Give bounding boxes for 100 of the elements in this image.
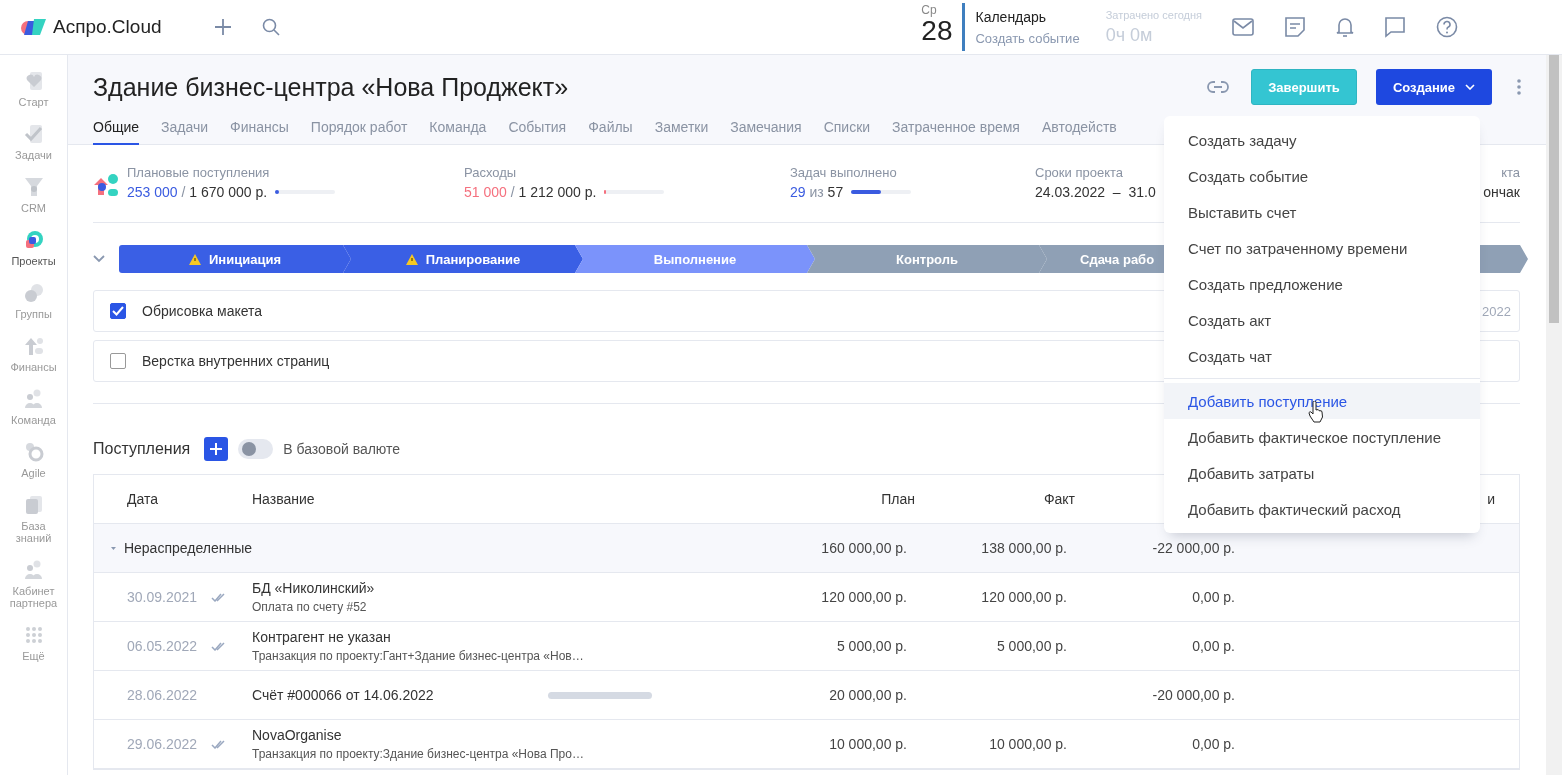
- sidebar-item[interactable]: Команда: [3, 387, 64, 426]
- help-icon[interactable]: [1436, 16, 1458, 38]
- stat-value: 29 из 57: [790, 184, 844, 200]
- sidebar-item[interactable]: Agile: [3, 440, 64, 479]
- time-spent-value: 0ч 0м: [1105, 24, 1154, 46]
- sidebar-item[interactable]: CRM: [3, 175, 64, 214]
- tab[interactable]: Финансы: [230, 119, 289, 145]
- tab[interactable]: События: [508, 119, 567, 145]
- menu-item[interactable]: Создать акт: [1164, 302, 1480, 338]
- sidebar-item[interactable]: База знаний: [3, 493, 64, 544]
- create-button[interactable]: Создание: [1376, 69, 1492, 105]
- menu-item[interactable]: Счет по затраченному времени: [1164, 230, 1480, 266]
- table-cell: 120 000,00 р.: [981, 589, 1067, 605]
- tab[interactable]: Списки: [823, 119, 871, 145]
- sidebar-item[interactable]: Группы: [3, 281, 64, 320]
- table-cell-text: Счёт #000066 от 14.06.2022: [252, 687, 435, 703]
- caret-icon: [1465, 84, 1476, 90]
- tab[interactable]: Замечания: [730, 119, 802, 145]
- table-row[interactable]: 28.06.2022 Счёт #000066 от 14.06.2022 20 000,00 р. -20 000,00 р.: [94, 671, 1519, 720]
- sidebar-item[interactable]: Финансы: [3, 334, 64, 373]
- brand-name[interactable]: Аспро.Cloud: [53, 16, 162, 38]
- group-name: Нераспределенные: [123, 540, 252, 556]
- create-event-link[interactable]: Создать событие: [975, 30, 1080, 46]
- table-cell-text: Транзакция по проекту:Здание бизнес-центра «Нова Про…: [252, 747, 585, 761]
- finish-button[interactable]: Завершить: [1251, 69, 1357, 105]
- sidebar-item[interactable]: Кабинет партнера: [3, 558, 64, 609]
- note-icon[interactable]: [1284, 16, 1306, 38]
- plus-icon[interactable]: [213, 18, 232, 36]
- table-row[interactable]: 29.06.2022 NovaOrganise Транзакция по проекту:Здание бизнес-центра «Нова Про… 10 000,00 р. 10 000,00 р. 0,00 р.: [94, 720, 1519, 769]
- menu-item[interactable]: Добавить фактический расход: [1164, 491, 1480, 527]
- day-number: 28: [921, 17, 953, 45]
- table-cell: 30.09.2021: [127, 589, 198, 605]
- sidebar-item[interactable]: Проекты: [3, 228, 64, 267]
- toggle-switch[interactable]: [238, 439, 274, 459]
- table-cell-text: Контрагент не указан: [252, 629, 392, 645]
- add-button[interactable]: [204, 437, 229, 461]
- collapse-icon[interactable]: [93, 255, 105, 263]
- table-row[interactable]: 06.05.2022 Контрагент не указан Транзакция по проекту:Гант+Здание бизнес-центра «Нов… 5 000,00 р. 5 000,00 р. 0,00 р.: [94, 622, 1519, 671]
- task-date: 2022: [1482, 303, 1511, 319]
- table-cell: 0,00 р.: [1192, 589, 1235, 605]
- search-icon[interactable]: [261, 18, 280, 36]
- stage-step[interactable]: Инициация: [119, 245, 351, 273]
- stage-step[interactable]: Планирование: [343, 245, 583, 273]
- table-cell-text: NovaOrganise: [252, 727, 343, 743]
- table-cell: 138 000,00 р.: [981, 540, 1067, 556]
- column-header: План: [881, 491, 915, 507]
- menu-item[interactable]: Добавить фактическое поступление: [1164, 419, 1480, 455]
- menu-item[interactable]: Создать чат: [1164, 338, 1480, 374]
- chat-icon[interactable]: [1384, 16, 1406, 38]
- tab[interactable]: Общие: [93, 119, 140, 145]
- table-cell: -22 000,00 р.: [1152, 540, 1235, 556]
- table-cell: 5 000,00 р.: [836, 638, 907, 654]
- tab[interactable]: Заметки: [654, 119, 709, 145]
- stat-label: кта: [1501, 165, 1520, 180]
- toggle-label: В базовой валюте: [283, 441, 401, 457]
- sidebar-item[interactable]: Задачи: [3, 122, 64, 161]
- menu-item[interactable]: Добавить затраты: [1164, 455, 1480, 491]
- sidebar-item[interactable]: Ещё: [3, 623, 64, 662]
- table-row[interactable]: 30.09.2021 БД «Николинский» Оплата по счету #52 120 000,00 р. 120 000,00 р. 0,00 р.: [94, 573, 1519, 622]
- tab[interactable]: Автодейств: [1041, 119, 1117, 145]
- caret-icon[interactable]: [111, 545, 116, 551]
- table-cell: 29.06.2022: [127, 736, 198, 752]
- column-header: и: [1487, 491, 1495, 507]
- tab[interactable]: Задачи: [161, 119, 209, 145]
- project-title: Здание бизнес-центра «Нова Проджект»: [93, 72, 569, 102]
- more-icon[interactable]: [1517, 79, 1521, 95]
- stat-value: 253 000 / 1 670 000 р.: [127, 184, 268, 200]
- column-header: Факт: [1043, 491, 1075, 507]
- table-cell-text: БД «Николинский»: [252, 580, 376, 596]
- link-icon[interactable]: [1207, 80, 1229, 94]
- table-cell-text: Оплата по счету #52: [252, 600, 368, 614]
- calendar-link[interactable]: Календарь: [975, 8, 1080, 25]
- table-cell: -20 000,00 р.: [1152, 687, 1235, 703]
- sidebar-item[interactable]: Старт: [3, 69, 64, 108]
- table-cell: 20 000,00 р.: [829, 687, 907, 703]
- menu-item[interactable]: Выставить счет: [1164, 194, 1480, 230]
- mail-icon[interactable]: [1232, 18, 1254, 36]
- tab[interactable]: Команда: [429, 119, 487, 145]
- bell-icon[interactable]: [1336, 16, 1354, 38]
- scrollbar[interactable]: [1546, 55, 1562, 775]
- stat-value: 24.03.2022 – 31.0: [1035, 184, 1156, 200]
- warning-icon: [189, 253, 201, 265]
- table-cell: 160 000,00 р.: [821, 540, 907, 556]
- stage-step[interactable]: Выполнение: [575, 245, 815, 273]
- table-cell: 10 000,00 р.: [829, 736, 907, 752]
- table-cell: 06.05.2022: [127, 638, 198, 654]
- section-title: Поступления: [93, 440, 191, 458]
- checkbox[interactable]: [110, 353, 126, 369]
- stage-step[interactable]: Контроль: [807, 245, 1047, 273]
- tab[interactable]: Порядок работ: [310, 119, 408, 145]
- tab[interactable]: Файлы: [588, 119, 633, 145]
- menu-item[interactable]: Создать событие: [1164, 158, 1480, 194]
- stat-value: 51 000 / 1 212 000 р.: [464, 184, 597, 200]
- table-cell: 0,00 р.: [1192, 638, 1235, 654]
- checkbox[interactable]: [110, 303, 126, 319]
- stat-value: ончак: [1483, 184, 1520, 200]
- tab[interactable]: Затраченное время: [892, 119, 1020, 145]
- menu-item[interactable]: Создать предложение: [1164, 266, 1480, 302]
- menu-item[interactable]: Создать задачу: [1164, 122, 1480, 158]
- stat-label: Расходы: [464, 165, 518, 180]
